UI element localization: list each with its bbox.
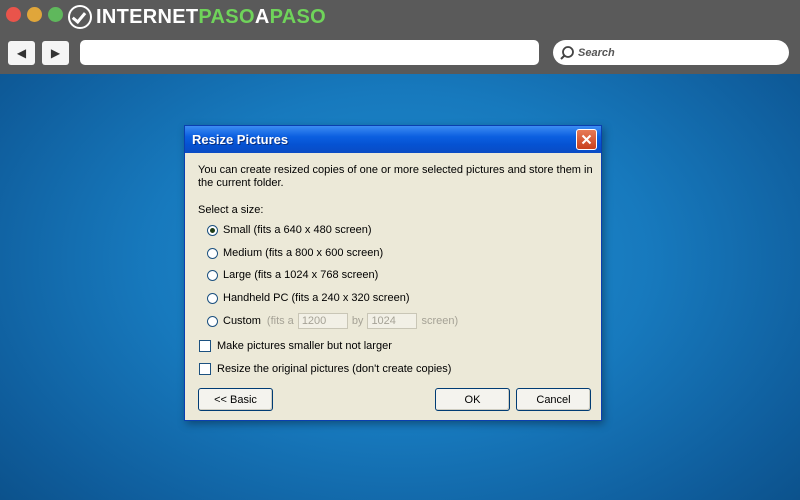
logo-part-a: A xyxy=(254,5,270,28)
size-option-label: Medium (fits a 800 x 600 screen) xyxy=(223,247,384,259)
radio-button[interactable] xyxy=(207,315,218,327)
dialog-close-button[interactable] xyxy=(576,129,597,150)
select-size-label: Select a size: xyxy=(198,204,264,216)
radio-button[interactable] xyxy=(207,292,218,304)
checkbox[interactable] xyxy=(199,363,211,375)
close-window-button[interactable] xyxy=(6,7,21,22)
forward-button[interactable]: ▶ xyxy=(42,41,69,65)
radio-button[interactable] xyxy=(207,247,218,259)
option-label: Resize the original pictures (don't crea… xyxy=(217,363,452,375)
size-option-large[interactable]: Large (fits a 1024 x 768 screen) xyxy=(207,267,378,283)
back-button[interactable]: ◀ xyxy=(8,41,35,65)
custom-width-input[interactable]: 1200 xyxy=(297,313,348,329)
radio-button[interactable] xyxy=(207,269,218,281)
minimize-window-button[interactable] xyxy=(27,7,42,22)
close-icon xyxy=(581,134,592,145)
size-option-label: Handheld PC (fits a 240 x 320 screen) xyxy=(223,292,410,304)
search-icon xyxy=(560,45,574,60)
browser-titlebar: INTERNETPASOAPASO xyxy=(0,0,800,34)
site-logo: INTERNETPASOAPASO xyxy=(68,4,326,30)
cancel-button[interactable]: Cancel xyxy=(516,388,591,411)
ok-button[interactable]: OK xyxy=(435,388,510,411)
size-option-small[interactable]: Small (fits a 640 x 480 screen) xyxy=(207,222,372,238)
maximize-window-button[interactable] xyxy=(48,7,63,22)
logo-part-paso: PASO xyxy=(198,5,255,28)
custom-height-input[interactable]: 1024 xyxy=(367,313,418,329)
option-resize-originals[interactable]: Resize the original pictures (don't crea… xyxy=(199,361,451,377)
size-option-label: Large (fits a 1024 x 768 screen) xyxy=(223,269,379,281)
address-bar[interactable] xyxy=(80,40,539,65)
logo-text: INTERNETPASOAPASO xyxy=(96,6,326,29)
custom-prefix: (fits a xyxy=(266,315,294,327)
logo-part-paso-2: PASO xyxy=(269,5,326,28)
forward-arrow-icon: ▶ xyxy=(50,46,61,60)
search-label: Search xyxy=(578,46,615,59)
size-option-medium[interactable]: Medium (fits a 800 x 600 screen) xyxy=(207,245,383,261)
size-option-handheld[interactable]: Handheld PC (fits a 240 x 320 screen) xyxy=(207,290,410,306)
search-input[interactable]: Search xyxy=(553,40,789,65)
custom-by-label: by xyxy=(351,315,364,327)
dialog-titlebar[interactable]: Resize Pictures xyxy=(185,126,601,153)
dialog-title: Resize Pictures xyxy=(192,132,289,147)
dialog-body: You can create resized copies of one or … xyxy=(185,153,601,420)
size-option-label: Small (fits a 640 x 480 screen) xyxy=(223,224,372,236)
basic-button[interactable]: << Basic xyxy=(198,388,273,411)
checkbox[interactable] xyxy=(199,340,211,352)
intro-text: You can create resized copies of one or … xyxy=(198,164,593,189)
size-option-custom[interactable]: Custom (fits a 1200 by 1024 screen) xyxy=(207,313,458,329)
option-label: Make pictures smaller but not larger xyxy=(217,340,392,352)
radio-button-selected[interactable] xyxy=(207,224,218,236)
browser-chrome: INTERNETPASOAPASO ◀ ▶ Search xyxy=(0,0,800,74)
logo-part-internet: INTERNET xyxy=(96,5,199,28)
custom-suffix: screen) xyxy=(421,315,459,327)
back-arrow-icon: ◀ xyxy=(16,46,27,60)
custom-label: Custom xyxy=(223,315,261,327)
resize-pictures-dialog: Resize Pictures You can create resized c… xyxy=(184,125,602,421)
option-smaller-not-larger[interactable]: Make pictures smaller but not larger xyxy=(199,338,392,354)
logo-check-icon xyxy=(68,5,92,29)
